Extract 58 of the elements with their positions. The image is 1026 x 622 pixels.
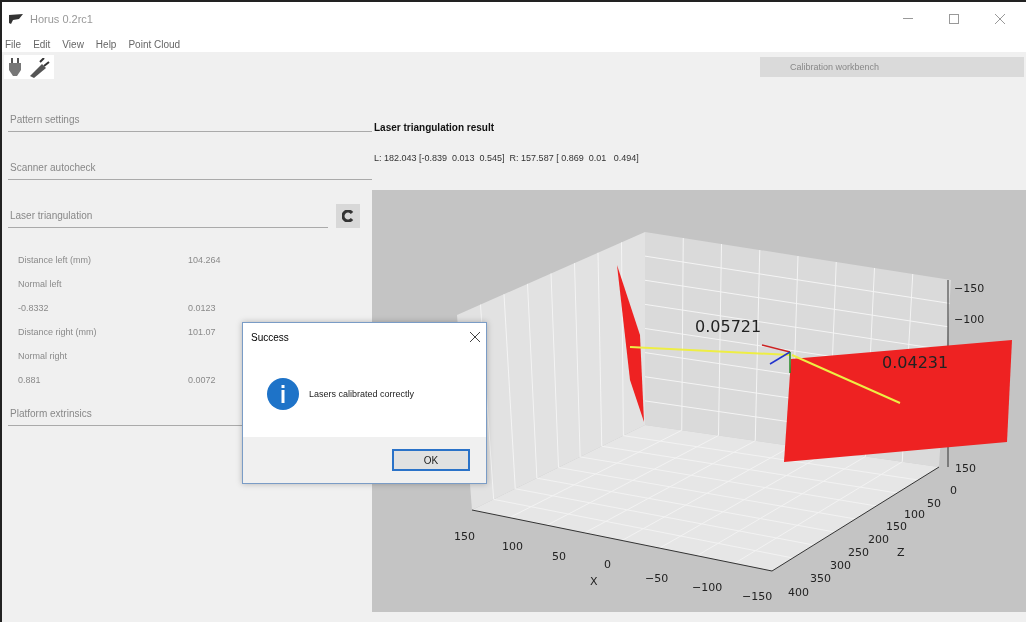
menu-item[interactable]: File [4, 38, 23, 50]
tick-label: −100 [954, 313, 985, 326]
tick-label: 150 [454, 530, 475, 543]
dialog-message: Lasers calibrated correctly [309, 389, 415, 399]
result-title: Laser triangulation result [373, 122, 496, 133]
dialog-title: Success [251, 331, 289, 343]
coordinate-axes-icon [761, 344, 791, 374]
tick-label: 50 [927, 497, 941, 510]
vector-value: 0.881 [18, 375, 42, 385]
result-values: L: 182.043 [-0.839 0.013 0.545] R: 157.587 [ 0.869 0.01 0.494] [374, 153, 639, 163]
tick-label: −100 [692, 581, 723, 594]
vector-value: -0.8332 [18, 303, 50, 313]
value-annotation: 0.04231 [882, 353, 949, 372]
close-icon [995, 14, 1005, 24]
info-icon [267, 378, 299, 410]
maximize-icon [949, 14, 959, 24]
refresh-icon [342, 210, 354, 222]
axis-label: X [590, 575, 598, 588]
refresh-button[interactable] [336, 204, 360, 228]
close-icon[interactable] [470, 332, 480, 342]
menu-item[interactable]: Edit [32, 38, 52, 50]
app-icon [8, 13, 24, 25]
tick-label: 0 [950, 484, 957, 497]
plug-icon[interactable] [28, 58, 50, 78]
field-label: Distance left (mm) [18, 255, 92, 265]
section-header[interactable]: Laser triangulation [8, 204, 328, 228]
tick-label: 150 [955, 462, 976, 475]
menu-item[interactable]: Point Cloud [127, 38, 182, 50]
value-annotation: 0.05721 [695, 317, 762, 336]
vector-value: 0.0072 [188, 375, 217, 385]
menu-item[interactable]: Help [94, 38, 118, 50]
plug-icon[interactable] [8, 58, 22, 78]
tick-label: 200 [868, 533, 889, 546]
tick-label: 400 [788, 586, 809, 599]
tick-label: −150 [742, 590, 773, 603]
ok-button[interactable]: OK [392, 449, 470, 471]
tick-label: 50 [552, 550, 566, 563]
tick-label: 150 [886, 520, 907, 533]
menu-item[interactable]: View [61, 38, 85, 50]
tick-label: 350 [810, 572, 831, 585]
section-header[interactable]: Pattern settings [8, 108, 372, 132]
field-value: 104.264 [188, 255, 221, 265]
tick-label: 0 [604, 558, 611, 571]
minimize-icon [903, 18, 913, 20]
field-label: Distance right (mm) [18, 327, 98, 337]
field-label: Normal left [18, 279, 63, 289]
tick-label: 100 [502, 540, 523, 553]
axis-label: Z [897, 546, 905, 559]
vector-value: 0.0123 [188, 303, 217, 313]
section-header[interactable]: Scanner autocheck [8, 156, 372, 180]
field-label: Normal right [18, 351, 68, 361]
tick-label: 300 [830, 559, 851, 572]
tick-label: −50 [645, 572, 669, 585]
tick-label: 250 [848, 546, 869, 559]
tick-label: 100 [904, 508, 925, 521]
window-title: Horus 0.2rc1 [30, 13, 93, 25]
tick-label: −150 [954, 282, 985, 295]
field-value: 101.07 [188, 327, 216, 337]
